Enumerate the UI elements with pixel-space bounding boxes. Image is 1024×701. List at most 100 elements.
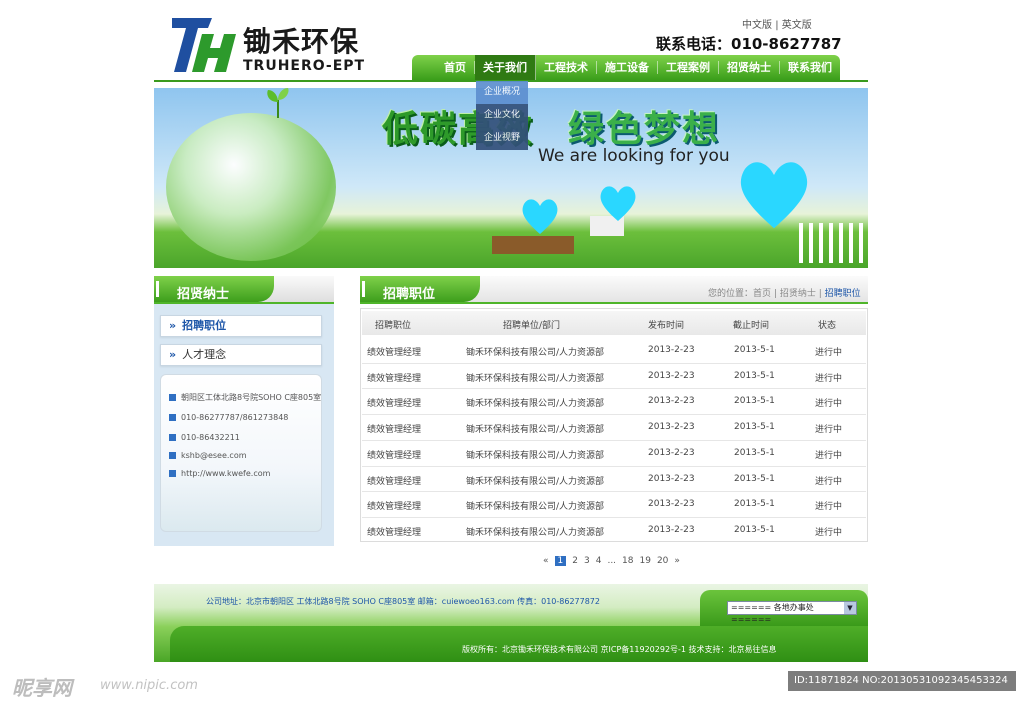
nav-contact[interactable]: 联系我们 — [780, 61, 840, 74]
page-title: 招聘职位 — [383, 287, 436, 302]
table-cell: 锄禾环保科技有限公司/人力资源部 — [466, 425, 605, 435]
table-cell: 进行中 — [815, 477, 843, 487]
sprout-icon — [267, 88, 289, 118]
table-cell: 2013-5-1 — [734, 371, 775, 381]
table-cell: 进行中 — [815, 451, 843, 461]
jobs-table — [360, 308, 868, 542]
chevron-down-icon: ▼ — [844, 602, 856, 614]
job-title-link[interactable]: 绩效管理经理 — [367, 448, 421, 461]
heart-icon — [740, 162, 808, 229]
table-cell: 进行中 — [815, 502, 843, 512]
breadcrumb-home[interactable]: 首页 — [753, 289, 771, 299]
column-header: 发布时间 — [648, 321, 685, 331]
nav-about[interactable]: 关于我们 — [475, 55, 536, 80]
contact-phone-row: 010-86277787/861273848 — [169, 413, 288, 422]
table-cell: 锄禾环保科技有限公司/人力资源部 — [466, 502, 605, 512]
table-cell: 2013-2-23 — [648, 448, 695, 458]
table-cell: 进行中 — [815, 425, 843, 435]
heart-icon — [522, 199, 558, 234]
job-title-link[interactable]: 绩效管理经理 — [367, 422, 421, 435]
job-title-link[interactable]: 绩效管理经理 — [367, 345, 421, 358]
table-cell: 进行中 — [815, 399, 843, 409]
job-title-link[interactable]: 绩效管理经理 — [367, 525, 421, 538]
pagination-next[interactable]: » — [674, 556, 680, 566]
row-divider — [362, 491, 866, 492]
page-link[interactable]: 4 — [596, 556, 602, 566]
row-divider — [362, 414, 866, 415]
contact-fax-row: 010-86432211 — [169, 433, 240, 442]
bench-image — [492, 236, 574, 254]
table-cell: 锄禾环保科技有限公司/人力资源部 — [466, 477, 605, 487]
job-title-link[interactable]: 绩效管理经理 — [367, 474, 421, 487]
breadcrumb-parent[interactable]: 招贤纳士 — [780, 289, 816, 299]
row-divider — [362, 517, 866, 518]
table-cell: 进行中 — [815, 348, 843, 358]
contact-phone: 联系电话：010-8627787 — [656, 35, 842, 53]
table-cell: 锄禾环保科技有限公司/人力资源部 — [466, 374, 605, 384]
table-cell: 2013-2-23 — [648, 371, 695, 381]
pagination-prev[interactable]: « — [543, 556, 549, 566]
column-header: 状态 — [818, 321, 837, 331]
office-select[interactable]: ====== 各地办事处 ====== ▼ — [727, 601, 857, 624]
mail-icon — [169, 452, 176, 459]
footer-copyright: 版权所有：北京锄禾环保技术有限公司 京ICP备11920292号-1 技术支持：… — [462, 645, 777, 654]
page-link[interactable]: 3 — [584, 556, 590, 566]
table-cell: 2013-5-1 — [734, 474, 775, 484]
page-link[interactable]: 20 — [657, 556, 668, 566]
dropdown-item-culture[interactable]: 企业文化 — [476, 104, 528, 127]
column-header: 招聘职位 — [375, 321, 412, 331]
job-title-link[interactable]: 绩效管理经理 — [367, 396, 421, 409]
table-cell: 2013-5-1 — [734, 345, 775, 355]
watermark-url: www.nipic.com — [100, 678, 198, 693]
logo-icon — [172, 18, 236, 72]
row-divider — [362, 440, 866, 441]
sidebar-item-jobs[interactable]: » 招聘职位 — [160, 315, 322, 337]
job-title-link[interactable]: 绩效管理经理 — [367, 499, 421, 512]
heart-icon — [600, 186, 636, 221]
nav-equipment[interactable]: 施工设备 — [597, 61, 658, 74]
page-ellipsis: ... — [607, 556, 617, 566]
page-link[interactable]: 2 — [572, 556, 578, 566]
double-chevron-icon: » — [169, 319, 177, 332]
table-cell: 2013-5-1 — [734, 422, 775, 432]
about-dropdown-menu: 企业概况 企业文化 企业视野 — [476, 81, 528, 150]
contact-email-row: kshb@esee.com — [169, 451, 247, 460]
page-link[interactable]: 1 — [554, 556, 567, 566]
table-cell: 进行中 — [815, 528, 843, 538]
page-link[interactable]: 18 — [622, 556, 633, 566]
logo-text-cn: 锄禾环保 — [243, 25, 360, 58]
lang-cn-link[interactable]: 中文版 — [742, 20, 772, 31]
watermark-brand: 昵享网 — [12, 676, 72, 700]
sidebar-item-philosophy[interactable]: » 人才理念 — [160, 344, 322, 366]
nav-engineering[interactable]: 工程技术 — [536, 61, 597, 74]
page-link[interactable]: 19 — [640, 556, 651, 566]
main-nav: 首页 关于我们 工程技术 施工设备 工程案例 招贤纳士 联系我们 — [412, 55, 840, 80]
breadcrumb: 您的位置：首页 | 招贤纳士 | 招聘职位 — [708, 289, 861, 299]
table-header — [362, 311, 866, 335]
language-switch: 中文版 | 英文版 — [742, 16, 812, 31]
nav-cases[interactable]: 工程案例 — [658, 61, 719, 74]
row-divider — [362, 363, 866, 364]
nav-careers[interactable]: 招贤纳士 — [719, 61, 780, 74]
table-cell: 锄禾环保科技有限公司/人力资源部 — [466, 348, 605, 358]
table-cell: 锄禾环保科技有限公司/人力资源部 — [466, 399, 605, 409]
lang-en-link[interactable]: 英文版 — [782, 20, 812, 31]
column-header: 截止时间 — [733, 321, 770, 331]
contact-address: 朝阳区工体北路8号院SOHO C座805室 — [169, 392, 321, 403]
table-cell: 2013-5-1 — [734, 525, 775, 535]
fax-icon — [169, 434, 176, 441]
globe-image — [166, 113, 336, 261]
nav-home[interactable]: 首页 — [436, 61, 475, 74]
main-header-marker — [362, 281, 365, 297]
banner-tagline: We are looking for you — [538, 146, 730, 166]
job-title-link[interactable]: 绩效管理经理 — [367, 371, 421, 384]
dropdown-item-vision[interactable]: 企业视野 — [476, 127, 528, 150]
table-cell: 2013-2-23 — [648, 422, 695, 432]
globe-icon — [169, 470, 176, 477]
sidebar-title: 招贤纳士 — [177, 287, 230, 302]
table-cell: 2013-2-23 — [648, 525, 695, 535]
dropdown-item-overview[interactable]: 企业概况 — [476, 81, 528, 104]
column-header: 招聘单位/部门 — [503, 321, 561, 331]
table-cell: 进行中 — [815, 374, 843, 384]
table-cell: 2013-2-23 — [648, 396, 695, 406]
